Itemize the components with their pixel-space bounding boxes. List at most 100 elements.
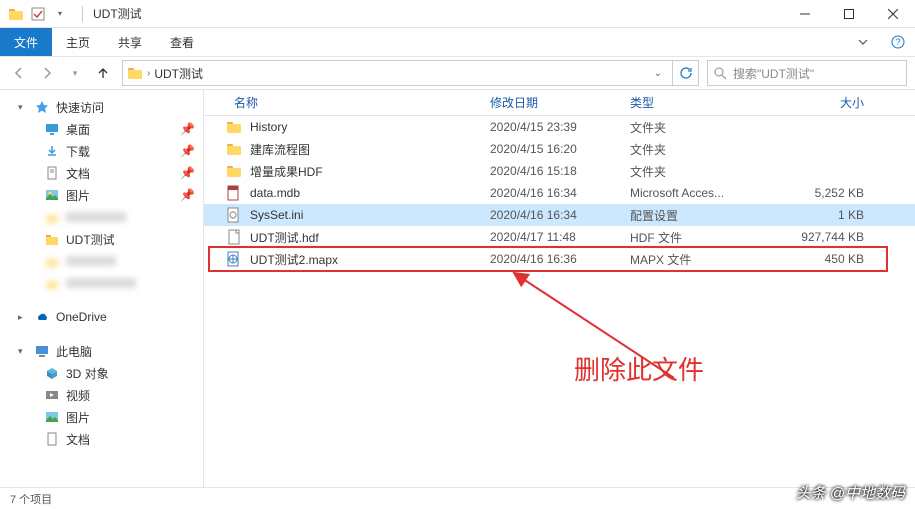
window-controls [783, 0, 915, 28]
chevron-right-icon[interactable]: ▸ [18, 312, 28, 323]
file-icon [226, 207, 242, 223]
document-icon [44, 431, 60, 447]
file-row[interactable]: 建库流程图2020/4/15 16:20文件夹 [204, 138, 915, 160]
chevron-down-icon[interactable]: ▾ [18, 102, 28, 113]
file-type: 文件夹 [622, 141, 772, 158]
pin-icon: 📌 [180, 144, 195, 158]
column-size[interactable]: 大小 [772, 94, 872, 111]
breadcrumb-bar[interactable]: › UDT测试 ⌄ [122, 60, 673, 86]
up-button[interactable] [92, 62, 114, 84]
file-row[interactable]: SysSet.ini2020/4/16 16:34配置设置1 KB [204, 204, 915, 226]
file-row[interactable]: data.mdb2020/4/16 16:34Microsoft Acces..… [204, 182, 915, 204]
address-bar: ▾ › UDT测试 ⌄ 搜索"UDT测试" [0, 56, 915, 90]
search-input[interactable]: 搜索"UDT测试" [707, 60, 907, 86]
file-name: UDT测试.hdf [250, 229, 482, 246]
file-size: 1 KB [772, 208, 872, 222]
file-list-pane: 名称 修改日期 类型 大小 History2020/4/15 23:39文件夹建… [204, 90, 915, 487]
nav-videos[interactable]: 视频 [0, 384, 203, 406]
nav-item-redacted[interactable] [0, 272, 203, 294]
nav-label: 快速访问 [56, 99, 104, 116]
folder-icon [8, 6, 24, 22]
file-date: 2020/4/16 16:34 [482, 186, 622, 200]
document-icon [44, 165, 60, 181]
picture-icon [44, 409, 60, 425]
desktop-icon [44, 121, 60, 137]
file-row[interactable]: UDT测试2.mapx2020/4/16 16:36MAPX 文件450 KB [204, 248, 915, 270]
close-button[interactable] [871, 0, 915, 28]
pin-icon: 📌 [180, 188, 195, 202]
pin-icon: 📌 [180, 122, 195, 136]
tab-file[interactable]: 文件 [0, 28, 52, 56]
recent-dropdown[interactable]: ▾ [64, 62, 86, 84]
nav-label: 桌面 [66, 121, 90, 138]
nav-onedrive[interactable]: ▸ OneDrive [0, 306, 203, 328]
nav-label: 下载 [66, 143, 90, 160]
nav-label: OneDrive [56, 310, 107, 324]
maximize-button[interactable] [827, 0, 871, 28]
chevron-down-icon[interactable]: ▾ [18, 346, 28, 357]
file-name: 建库流程图 [250, 141, 482, 158]
file-date: 2020/4/16 16:36 [482, 252, 622, 266]
refresh-button[interactable] [673, 60, 699, 86]
column-headers[interactable]: 名称 修改日期 类型 大小 [204, 90, 915, 116]
properties-checkbox-icon[interactable] [30, 6, 46, 22]
nav-documents2[interactable]: 文档 [0, 428, 203, 450]
file-type: HDF 文件 [622, 229, 772, 246]
nav-pictures[interactable]: 图片 📌 [0, 184, 203, 206]
file-name: SysSet.ini [250, 208, 482, 222]
nav-item-redacted[interactable] [0, 206, 203, 228]
file-icon [226, 119, 242, 135]
file-row[interactable]: History2020/4/15 23:39文件夹 [204, 116, 915, 138]
file-icon [226, 229, 242, 245]
folder-icon [44, 209, 60, 225]
file-type: 文件夹 [622, 163, 772, 180]
file-icon [226, 163, 242, 179]
tab-view[interactable]: 查看 [156, 28, 208, 56]
file-size: 5,252 KB [772, 186, 872, 200]
nav-label: 图片 [66, 187, 90, 204]
nav-label: 图片 [66, 409, 90, 426]
file-name: UDT测试2.mapx [250, 251, 482, 268]
watermark: 头条 @中地数码 [796, 482, 905, 503]
file-row[interactable]: 增量成果HDF2020/4/16 15:18文件夹 [204, 160, 915, 182]
nav-pictures2[interactable]: 图片 [0, 406, 203, 428]
minimize-button[interactable] [783, 0, 827, 28]
address-dropdown-icon[interactable]: ⌄ [648, 68, 668, 79]
forward-button[interactable] [36, 62, 58, 84]
tab-home[interactable]: 主页 [52, 28, 104, 56]
column-type[interactable]: 类型 [622, 94, 772, 111]
navigation-pane[interactable]: ▾ 快速访问 桌面 📌 下载 📌 文档📌 图片 📌 UDT测试 ▸ OneDrive ▾… [0, 90, 204, 487]
nav-item-redacted[interactable] [0, 250, 203, 272]
file-row[interactable]: UDT测试.hdf2020/4/17 11:48HDF 文件927,744 KB [204, 226, 915, 248]
nav-documents[interactable]: 文档📌 [0, 162, 203, 184]
file-icon [226, 141, 242, 157]
file-name: 增量成果HDF [250, 163, 482, 180]
folder-icon [44, 231, 60, 247]
file-icon [226, 251, 242, 267]
tab-share[interactable]: 共享 [104, 28, 156, 56]
nav-quick-access[interactable]: ▾ 快速访问 [0, 96, 203, 118]
back-button[interactable] [8, 62, 30, 84]
column-name[interactable]: 名称 [226, 94, 482, 111]
separator [82, 6, 83, 22]
column-date[interactable]: 修改日期 [482, 94, 622, 111]
nav-label: UDT测试 [66, 231, 115, 248]
nav-udt-test[interactable]: UDT测试 [0, 228, 203, 250]
nav-this-pc[interactable]: ▾此电脑 [0, 340, 203, 362]
nav-desktop[interactable]: 桌面 📌 [0, 118, 203, 140]
folder-icon [44, 275, 60, 291]
file-date: 2020/4/16 15:18 [482, 164, 622, 178]
ribbon-help-button[interactable]: ? [881, 28, 915, 56]
file-list[interactable]: History2020/4/15 23:39文件夹建库流程图2020/4/15 … [204, 116, 915, 487]
nav-label: 文档 [66, 431, 90, 448]
qat-dropdown-icon[interactable]: ▾ [52, 6, 68, 22]
cloud-icon [34, 309, 50, 325]
nav-label: 文档 [66, 165, 90, 182]
nav-label: 3D 对象 [66, 365, 109, 382]
file-date: 2020/4/17 11:48 [482, 230, 622, 244]
breadcrumb-item[interactable]: UDT测试 [150, 65, 207, 82]
ribbon-expand-button[interactable] [845, 28, 881, 56]
pc-icon [34, 343, 50, 359]
nav-downloads[interactable]: 下载 📌 [0, 140, 203, 162]
nav-3d-objects[interactable]: 3D 对象 [0, 362, 203, 384]
